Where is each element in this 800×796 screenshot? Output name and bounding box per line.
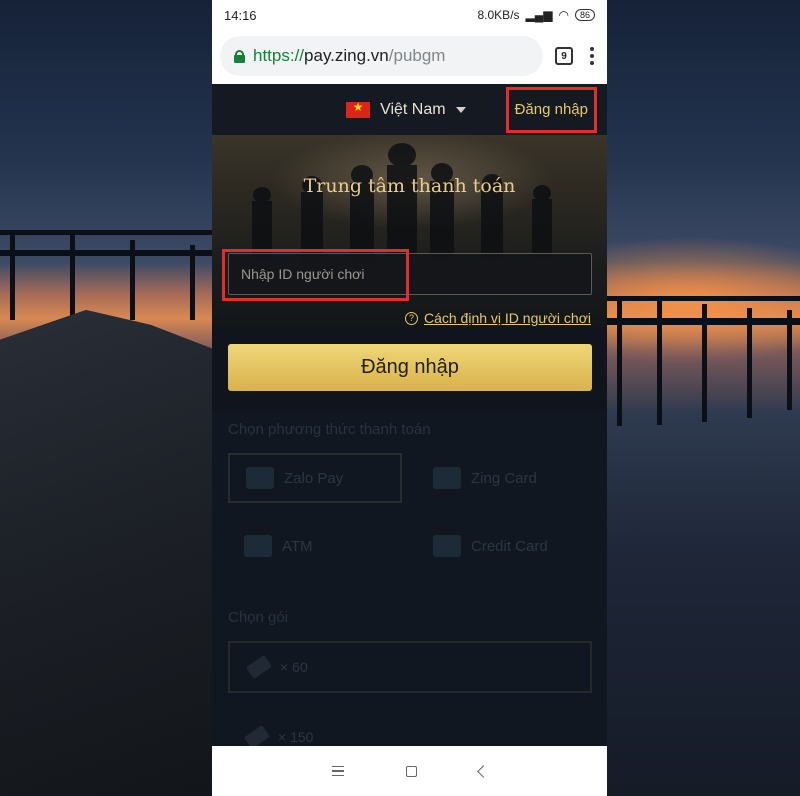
network-speed: 8.0KB/s [477, 8, 520, 22]
rocks-silhouette [0, 309, 215, 796]
status-time: 14:16 [224, 7, 257, 23]
web-page: Việt Nam Đăng nhập [212, 84, 607, 746]
url-host: pay.zing.vn [304, 46, 389, 65]
tab-switcher-button[interactable]: 9 [555, 47, 573, 65]
status-bar: 14:16 8.0KB/s ▂▄▆ ◠ 86 [212, 0, 607, 30]
home-button[interactable] [405, 765, 417, 777]
pier-silhouette-right [607, 296, 800, 426]
recent-apps-button[interactable] [331, 765, 344, 777]
back-button[interactable] [476, 764, 490, 778]
url-bar[interactable]: https://pay.zing.vn/pubgm [220, 36, 543, 76]
vietnam-flag-icon [346, 100, 371, 118]
signal-icon: ▂▄▆ [525, 8, 553, 22]
login-button[interactable]: Đăng nhập [228, 344, 592, 391]
status-indicators: 8.0KB/s ▂▄▆ ◠ 86 [477, 8, 595, 22]
pier-silhouette-left [0, 230, 212, 320]
url-path: /pubgm [388, 46, 446, 65]
chevron-down-icon [455, 106, 466, 113]
dot-icon [590, 61, 594, 65]
site-header: Việt Nam Đăng nhập [212, 84, 607, 135]
android-nav-bar [212, 746, 607, 796]
hero-banner: Trung tâm thanh toán Nhập ID người chơi … [212, 135, 607, 328]
battery-icon: 86 [574, 9, 595, 21]
question-icon: ? [404, 311, 418, 325]
find-id-help-link[interactable]: Cách định vị ID người chơi [424, 310, 591, 326]
hero-title: Trung tâm thanh toán [303, 175, 516, 197]
language-selector[interactable]: Việt Nam [346, 100, 466, 119]
language-label: Việt Nam [380, 100, 446, 118]
browser-toolbar: https://pay.zing.vn/pubgm 9 [212, 30, 607, 82]
dot-icon [590, 47, 594, 51]
phone-screen: 14:16 8.0KB/s ▂▄▆ ◠ 86 https://pay.zing.… [212, 0, 607, 796]
header-login-link[interactable]: Đăng nhập [505, 86, 597, 133]
payment-section: Chọn phương thức thanh toán Zalo Pay Zin… [212, 411, 607, 746]
wifi-icon: ◠ [558, 8, 569, 22]
highlight-box [222, 249, 409, 301]
disabled-overlay [212, 411, 607, 746]
url-scheme: https:// [253, 46, 305, 65]
browser-menu-button[interactable] [585, 47, 599, 65]
help-row: ? Cách định vị ID người chơi [404, 310, 591, 326]
lock-icon [234, 49, 245, 63]
dot-icon [590, 54, 594, 58]
